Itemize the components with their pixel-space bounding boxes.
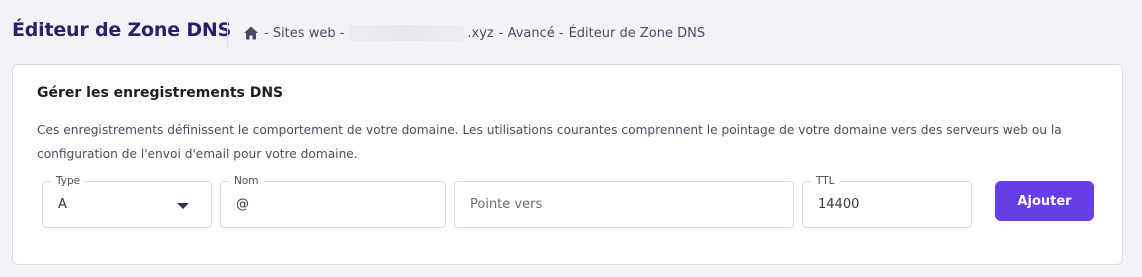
page-header: Éditeur de Zone DNS - Sites web - .xyz -… <box>0 0 1142 64</box>
ttl-value: 14400 <box>818 197 860 212</box>
name-value: @ <box>236 197 249 212</box>
points-to-field[interactable]: Pointe vers <box>454 181 794 228</box>
card-description: Ces enregistrements définissent le compo… <box>37 123 1062 161</box>
breadcrumb-separator: - Avancé - <box>498 25 564 41</box>
ttl-field[interactable]: TTL 14400 <box>802 174 972 228</box>
breadcrumb-separator: - Sites web - <box>264 25 345 41</box>
header-divider <box>227 16 228 48</box>
dns-records-card: Gérer les enregistrements DNS Ces enregi… <box>12 64 1123 265</box>
type-label: Type <box>51 174 86 188</box>
name-field[interactable]: Nom @ <box>220 174 446 228</box>
breadcrumb-current: Éditeur de Zone DNS <box>568 25 706 41</box>
page-title: Éditeur de Zone DNS <box>12 19 232 41</box>
breadcrumb-domain-suffix[interactable]: .xyz <box>467 26 493 41</box>
chevron-down-icon[interactable] <box>177 203 189 209</box>
home-icon[interactable] <box>243 25 259 41</box>
redacted-domain <box>349 25 466 41</box>
name-label: Nom <box>229 174 264 188</box>
type-value: A <box>58 197 67 212</box>
ttl-label: TTL <box>811 174 840 188</box>
type-select[interactable]: Type A <box>42 174 212 228</box>
add-record-button[interactable]: Ajouter <box>995 181 1094 221</box>
breadcrumb: - Sites web - .xyz - Avancé - Éditeur de… <box>243 24 705 42</box>
points-to-placeholder: Pointe vers <box>470 197 543 212</box>
card-title: Gérer les enregistrements DNS <box>37 85 284 101</box>
